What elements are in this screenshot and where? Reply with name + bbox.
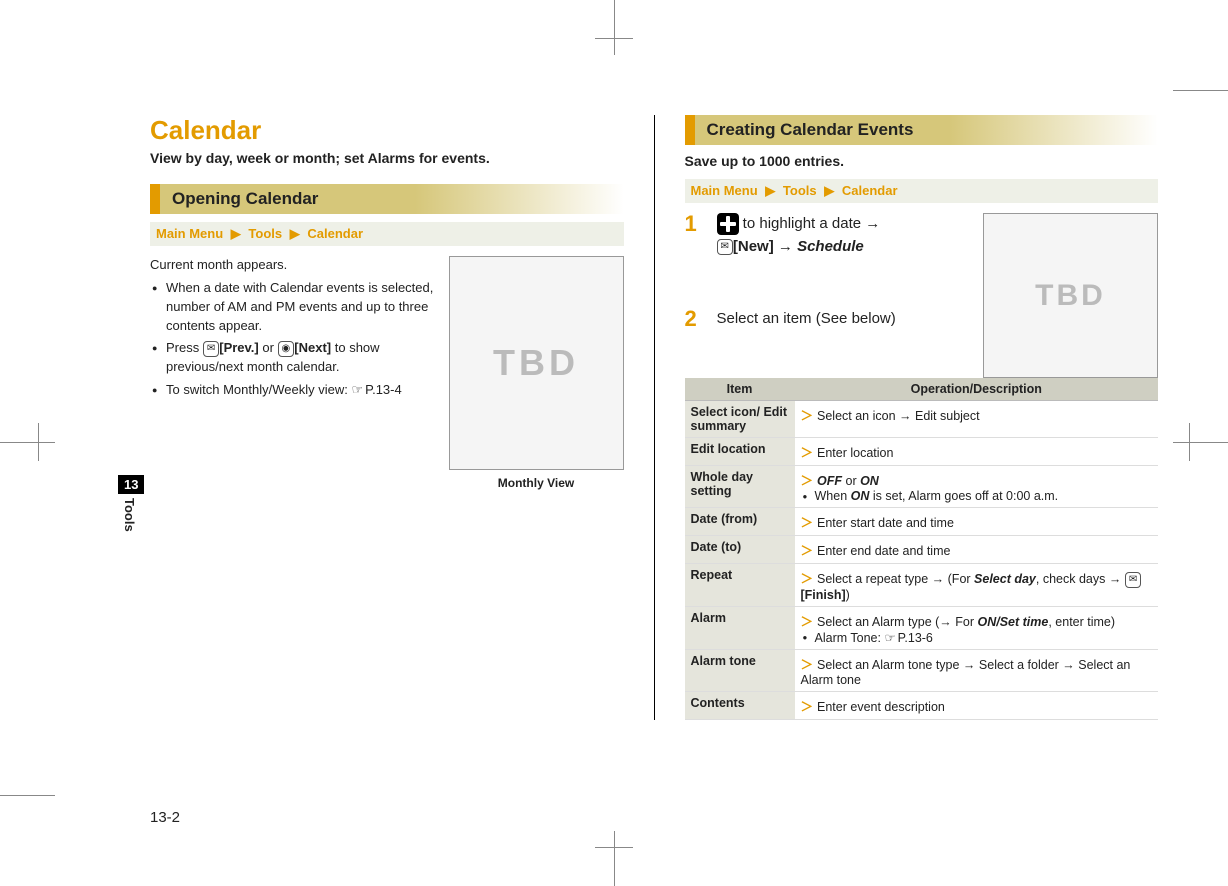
dpad-icon [717, 213, 739, 235]
chevron-prefix-icon: ＞ [801, 409, 814, 423]
camera-key-icon: ✉ [203, 341, 219, 357]
item-cell: Contents [685, 691, 795, 719]
op-cell: ＞Select an Alarm tone type → Select a fo… [795, 649, 1159, 691]
chapter-number-tab: 13 [118, 475, 144, 494]
arrow-right-icon: → [778, 238, 793, 255]
breadcrumb-item: Main Menu [691, 183, 758, 198]
operations-table: Item Operation/Description Select icon/ … [685, 378, 1159, 720]
op-cell: ＞Select a repeat type → (For Select day,… [795, 564, 1159, 607]
item-cell: Alarm [685, 606, 795, 649]
column-divider [654, 115, 655, 720]
bullet-item: Press ✉[Prev.] or ◉[Next] to show previo… [152, 339, 624, 377]
breadcrumb-item: Tools [248, 226, 282, 241]
crop-mark [0, 442, 55, 443]
mail-key-icon: ✉ [717, 239, 733, 255]
page-subtitle: View by day, week or month; set Alarms f… [150, 150, 624, 166]
chevron-prefix-icon: ＞ [801, 658, 814, 672]
chevron-prefix-icon: ＞ [801, 516, 814, 530]
breadcrumb-item: Calendar [307, 226, 363, 241]
crop-mark [1189, 423, 1190, 461]
item-cell: Date (from) [685, 508, 795, 536]
item-cell: Alarm tone [685, 649, 795, 691]
op-cell: ＞Select an Alarm type (→ For ON/Set time… [795, 606, 1159, 649]
figure-caption: Monthly View [449, 476, 624, 490]
table-row: Alarm tone ＞Select an Alarm tone type → … [685, 649, 1159, 691]
chevron-prefix-icon: ＞ [801, 474, 814, 488]
breadcrumb-item: Tools [783, 183, 817, 198]
page-number: 13-2 [150, 809, 180, 826]
item-cell: Select icon/ Edit summary [685, 401, 795, 438]
op-cell: ＞Enter location [795, 438, 1159, 466]
chevron-right-icon: ▶ [761, 183, 779, 198]
crop-mark [614, 831, 615, 886]
chevron-prefix-icon: ＞ [801, 572, 814, 586]
item-cell: Edit location [685, 438, 795, 466]
step-number: 2 [685, 308, 705, 331]
chevron-prefix-icon: ＞ [801, 544, 814, 558]
crop-mark [614, 0, 615, 55]
op-cell: ＞Select an icon → Edit subject [795, 401, 1159, 438]
crop-mark [1173, 90, 1228, 91]
op-cell: ＞Enter end date and time [795, 536, 1159, 564]
crop-mark [1173, 442, 1228, 443]
camera-key-icon: ◉ [278, 341, 295, 357]
section-heading-opening: Opening Calendar [150, 184, 624, 214]
item-cell: Whole day setting [685, 466, 795, 508]
item-cell: Repeat [685, 564, 795, 607]
breadcrumb-left: Main Menu ▶ Tools ▶ Calendar [150, 222, 624, 246]
step-text: Select an item (See below) [717, 308, 976, 331]
breadcrumb-item: Main Menu [156, 226, 223, 241]
chevron-right-icon: ▶ [286, 226, 304, 241]
breadcrumb-right: Main Menu ▶ Tools ▶ Calendar [685, 179, 1159, 203]
chevron-prefix-icon: ＞ [801, 700, 814, 714]
page-title: Calendar [150, 115, 624, 146]
mail-key-icon: ✉ [1125, 572, 1141, 588]
item-cell: Date (to) [685, 536, 795, 564]
op-cell: ＞Enter start date and time [795, 508, 1159, 536]
table-row: Repeat ＞Select a repeat type → (For Sele… [685, 564, 1159, 607]
table-row: Edit location ＞Enter location [685, 438, 1159, 466]
chapter-label-tab: Tools [122, 498, 137, 532]
arrow-right-icon: → [865, 215, 880, 232]
bullet-item: To switch Monthly/Weekly view: P.13-4 [152, 381, 624, 400]
chevron-right-icon: ▶ [820, 183, 838, 198]
crop-mark [38, 423, 39, 461]
chevron-prefix-icon: ＞ [801, 615, 814, 629]
table-header-operation: Operation/Description [795, 378, 1159, 401]
bullet-item: When a date with Calendar events is sele… [152, 279, 624, 336]
breadcrumb-item: Calendar [842, 183, 898, 198]
crop-mark [0, 795, 55, 796]
section-heading-creating: Creating Calendar Events [685, 115, 1159, 145]
step-1: 1 to highlight a date → ✉[New] → Schedul… [685, 213, 976, 258]
chevron-right-icon: ▶ [227, 226, 245, 241]
figure-edit-schedule: TBD [983, 213, 1158, 378]
intro-text: Save up to 1000 entries. [685, 153, 1159, 169]
crop-mark [595, 38, 633, 39]
right-column: Creating Calendar Events Save up to 1000… [685, 115, 1159, 720]
op-cell: ＞Enter event description [795, 691, 1159, 719]
left-column: Calendar View by day, week or month; set… [150, 115, 624, 720]
step-number: 1 [685, 213, 705, 258]
crop-mark [595, 847, 633, 848]
pointer-icon [351, 382, 365, 397]
table-row: Whole day setting ＞OFF or ON When ON is … [685, 466, 1159, 508]
table-row: Date (to) ＞Enter end date and time [685, 536, 1159, 564]
table-row: Contents ＞Enter event description [685, 691, 1159, 719]
table-row: Date (from) ＞Enter start date and time [685, 508, 1159, 536]
table-header-item: Item [685, 378, 795, 401]
chevron-prefix-icon: ＞ [801, 446, 814, 460]
table-row: Alarm ＞Select an Alarm type (→ For ON/Se… [685, 606, 1159, 649]
table-row: Select icon/ Edit summary ＞Select an ico… [685, 401, 1159, 438]
pointer-icon [884, 631, 897, 645]
screenshot-placeholder: TBD [983, 213, 1158, 378]
op-cell: ＞OFF or ON When ON is set, Alarm goes of… [795, 466, 1159, 508]
step-2: 2 Select an item (See below) [685, 308, 976, 331]
